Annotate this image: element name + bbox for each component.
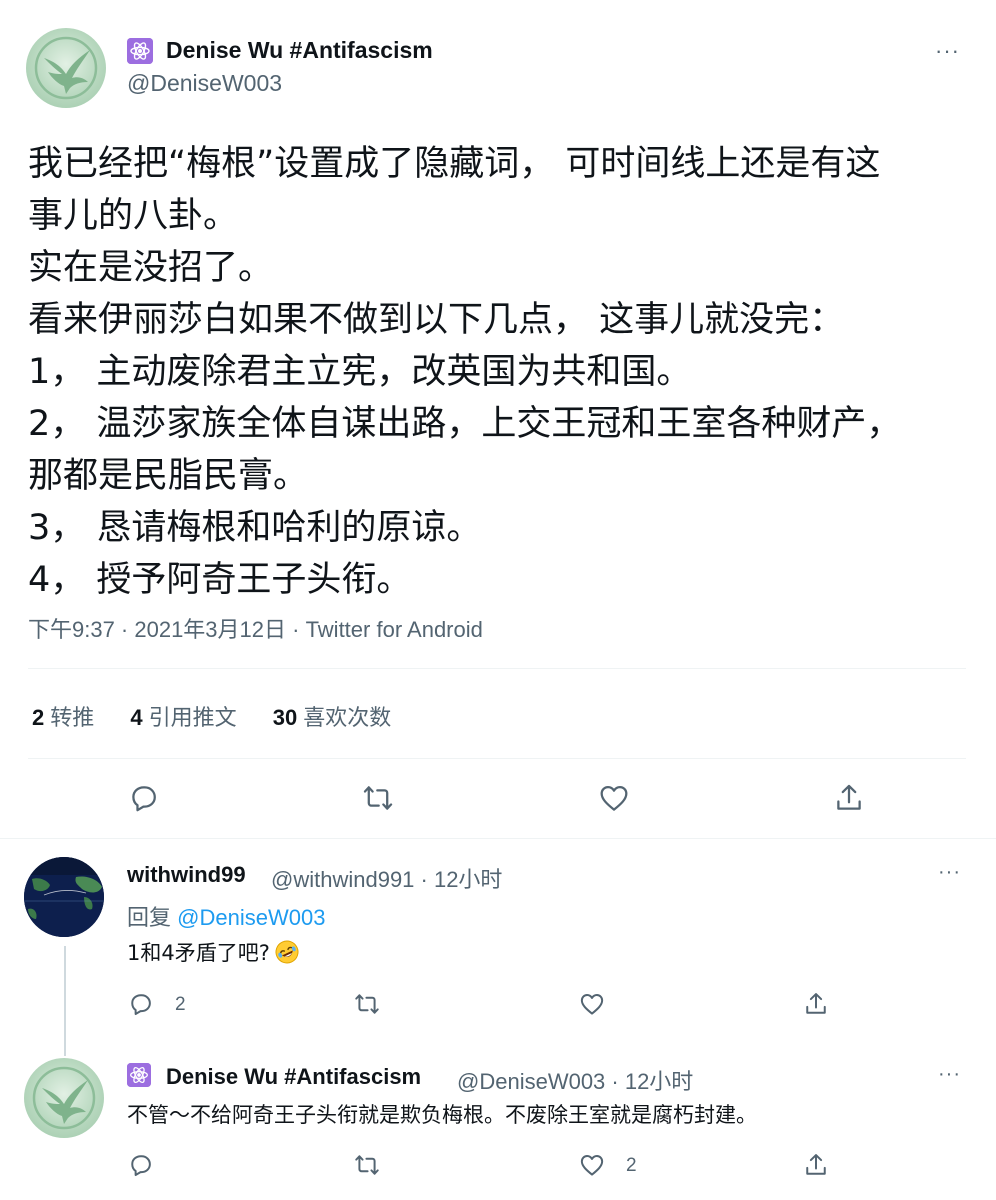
- like-icon[interactable]: [578, 990, 606, 1018]
- reply-handle-time[interactable]: @DeniseW003 · 12小时: [457, 1064, 693, 1096]
- retweet-icon[interactable]: [353, 990, 381, 1018]
- replying-handle-link[interactable]: @DeniseW003: [177, 905, 325, 930]
- tweet-stats: 2 转推 4 引用推文 30 喜欢次数: [32, 700, 421, 732]
- quote-label: 引用推文: [148, 705, 237, 730]
- tweet-line: 我已经把“梅根”设置成了隐藏词， 可时间线上还是有这: [28, 144, 881, 184]
- reply-avatar[interactable]: [24, 857, 104, 937]
- like-count: 2: [626, 1155, 637, 1176]
- reply-author-name[interactable]: Denise Wu #Antifascism: [166, 1064, 421, 1090]
- retweet-icon[interactable]: [361, 781, 395, 815]
- tweet-line: 3， 恳请梅根和哈利的原谅。: [28, 508, 482, 548]
- reply-icon[interactable]: [127, 781, 161, 815]
- like-count: 30: [272, 705, 298, 730]
- divider: [28, 668, 966, 669]
- tweet-line: 看来伊丽莎白如果不做到以下几点， 这事儿就没完：: [28, 300, 845, 340]
- reply-text: 1和4矛盾了吧?: [127, 937, 300, 967]
- more-icon[interactable]: ···: [938, 862, 961, 882]
- rofl-emoji-icon: [275, 940, 299, 964]
- retweet-label: 转推: [50, 705, 95, 730]
- reply-count: 2: [175, 994, 186, 1015]
- tweet-line: 2， 温莎家族全体自谋出路，上交王冠和王室各种财产，: [28, 404, 902, 444]
- divider: [0, 838, 996, 839]
- more-icon[interactable]: ···: [935, 40, 960, 62]
- retweet-count: 2: [32, 705, 45, 730]
- share-icon[interactable]: [832, 781, 866, 815]
- reply-avatar[interactable]: [24, 1058, 104, 1138]
- reply-icon[interactable]: [127, 990, 155, 1018]
- divider: [28, 758, 966, 759]
- tweet-line: 事儿的八卦。: [28, 196, 239, 236]
- tweet-text: 我已经把“梅根”设置成了隐藏词， 可时间线上还是有这 事儿的八卦。 实在是没招了…: [28, 138, 958, 606]
- reply-text: 不管～不给阿奇王子头衔就是欺负梅根。不废除王室就是腐朽封建。: [127, 1103, 757, 1127]
- atom-badge-icon: [127, 38, 153, 64]
- reply-handle-time[interactable]: @withwind991 · 12小时: [271, 862, 502, 894]
- quote-stat[interactable]: 4 引用推文: [130, 705, 236, 730]
- reply-text-content: 1和4矛盾了吧?: [127, 941, 270, 965]
- author-avatar[interactable]: [26, 28, 106, 108]
- world-map-icon: [24, 857, 104, 937]
- tweet-line: 1， 主动废除君主立宪，改英国为共和国。: [28, 352, 692, 392]
- mockingjay-icon: [34, 36, 98, 100]
- tweet-timestamp[interactable]: 下午9:37 · 2021年3月12日 · Twitter for Androi…: [28, 612, 483, 644]
- like-icon[interactable]: [597, 781, 631, 815]
- reply-icon[interactable]: [127, 1151, 155, 1179]
- retweet-icon[interactable]: [353, 1151, 381, 1179]
- replying-to: 回复 @DeniseW003: [127, 900, 325, 932]
- author-name[interactable]: Denise Wu #Antifascism: [166, 37, 433, 64]
- share-icon[interactable]: [802, 990, 830, 1018]
- like-stat[interactable]: 30 喜欢次数: [273, 705, 392, 730]
- tweet-line: 那都是民脂民膏。: [28, 456, 309, 496]
- tweet-line: 实在是没招了。: [28, 248, 274, 288]
- more-icon[interactable]: ···: [938, 1064, 961, 1084]
- replying-prefix: 回复: [127, 905, 172, 930]
- like-icon[interactable]: [578, 1151, 606, 1179]
- share-icon[interactable]: [802, 1151, 830, 1179]
- thread-connector: [64, 946, 66, 1056]
- atom-badge-icon: [127, 1063, 151, 1087]
- quote-count: 4: [130, 705, 143, 730]
- reply-author-name[interactable]: withwind99: [127, 862, 246, 888]
- tweet-line: 4， 授予阿奇王子头衔。: [28, 560, 412, 600]
- like-label: 喜欢次数: [303, 705, 392, 730]
- retweet-stat[interactable]: 2 转推: [32, 705, 94, 730]
- mockingjay-icon: [32, 1066, 96, 1130]
- author-handle[interactable]: @DeniseW003: [127, 70, 282, 97]
